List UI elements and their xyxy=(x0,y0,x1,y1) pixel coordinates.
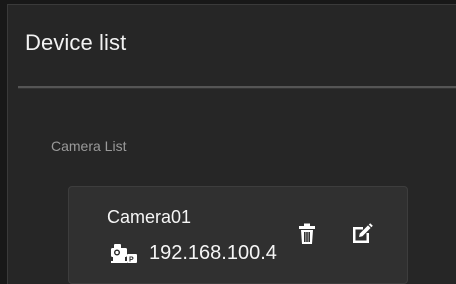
page-title: Device list xyxy=(25,30,127,55)
camera-name: Camera01 xyxy=(107,207,192,227)
camera-ip: 192.168.100.4 xyxy=(149,241,277,264)
device-list-panel: Device list Camera List Camera01 P 192.1… xyxy=(7,4,456,284)
edit-icon[interactable] xyxy=(350,222,374,246)
trash-icon[interactable] xyxy=(295,222,319,246)
svg-text:P: P xyxy=(129,257,134,264)
section-label-camera-list: Camera List xyxy=(51,138,127,154)
header: Device list xyxy=(8,5,456,85)
app-frame: Device list Camera List Camera01 P 192.1… xyxy=(0,0,456,284)
camera-ip-row: P 192.168.100.4 xyxy=(109,241,277,265)
camera-card[interactable]: Camera01 P 192.168.100.4 xyxy=(68,186,408,284)
ip-camera-icon: P xyxy=(111,244,137,264)
header-divider xyxy=(18,86,456,89)
